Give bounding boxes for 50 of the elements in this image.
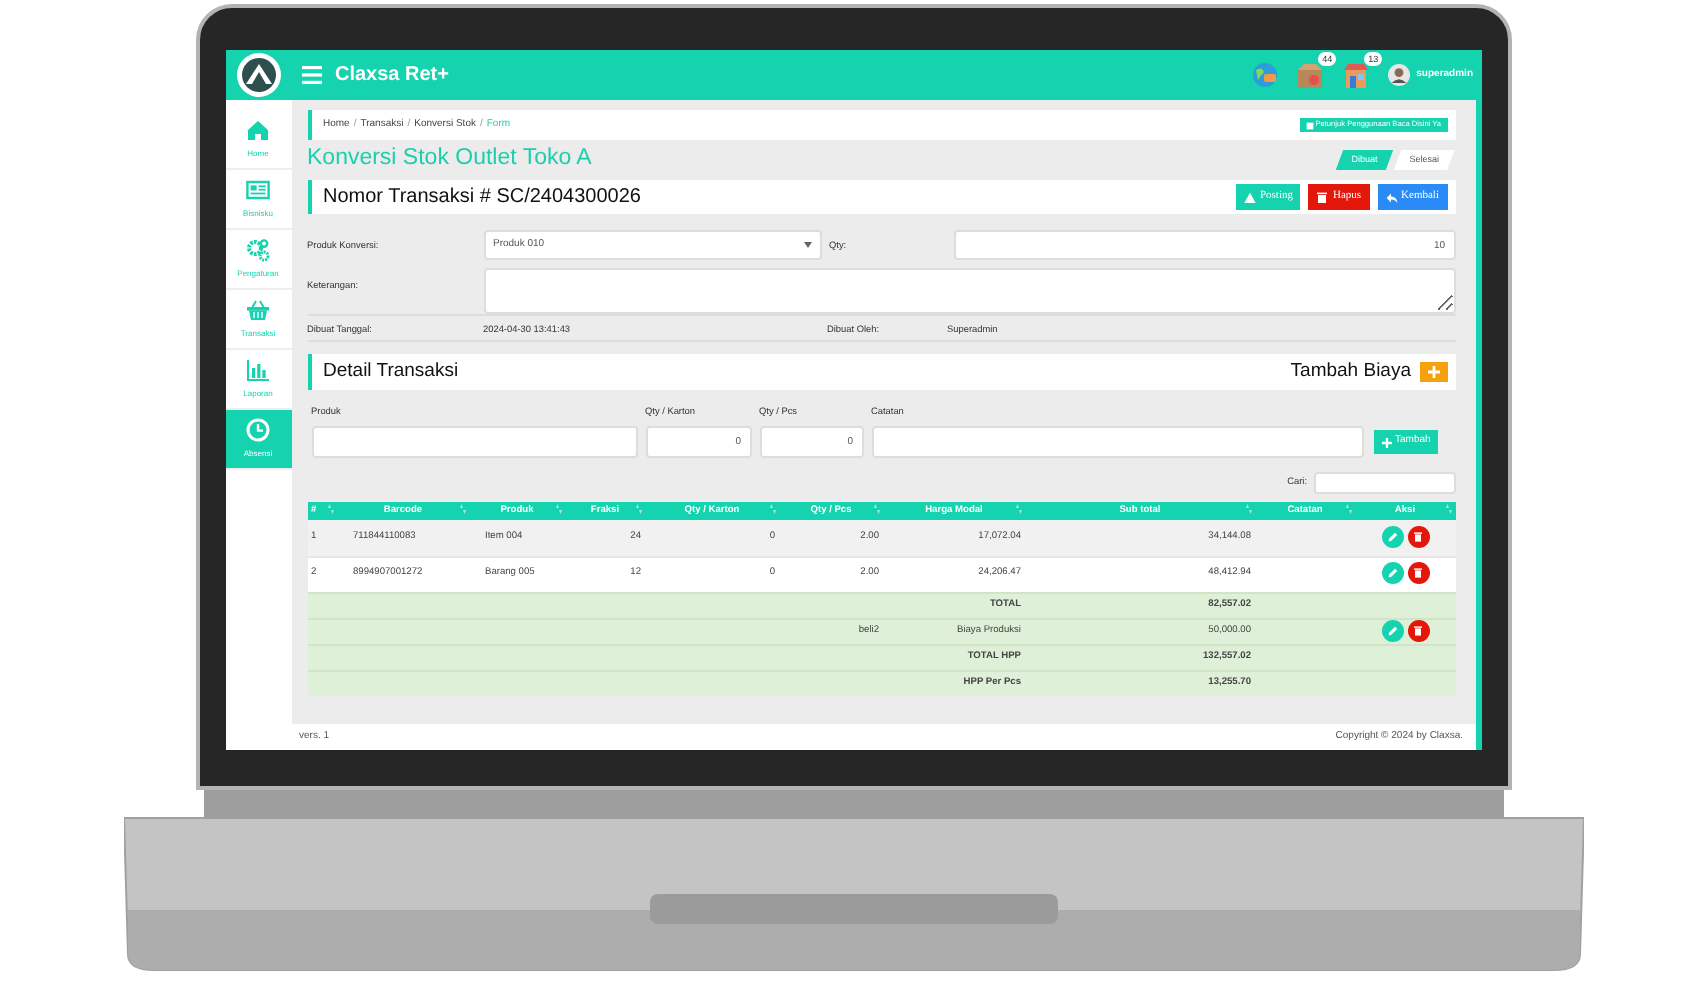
globe-icon — [1252, 62, 1279, 88]
notes-textarea[interactable] — [483, 268, 1455, 314]
sort-icon — [769, 504, 775, 514]
sort-icon — [635, 504, 641, 514]
entry-input[interactable] — [871, 426, 1363, 458]
trash-icon — [1414, 532, 1422, 543]
store-icon — [1342, 61, 1371, 89]
warning-icon — [1243, 191, 1256, 203]
reply-icon — [1385, 191, 1398, 203]
bar-chart-icon — [246, 358, 270, 382]
basket-icon — [246, 298, 270, 322]
box-icon — [1296, 61, 1325, 89]
delete-button[interactable] — [1407, 526, 1429, 549]
trash-icon — [1316, 191, 1329, 203]
plus-icon — [1381, 437, 1391, 447]
menu-icon — [301, 66, 321, 84]
trash-icon — [1414, 625, 1422, 636]
newspaper-icon — [246, 178, 270, 202]
globe-button[interactable] — [1252, 62, 1279, 88]
section-title: Detail Transaksi — [323, 357, 459, 386]
sort-icon — [873, 504, 879, 514]
add-cost-button[interactable] — [1419, 362, 1447, 382]
avatar-icon — [1388, 64, 1411, 86]
search-input[interactable] — [1313, 471, 1455, 493]
sort-icon — [327, 504, 333, 514]
trash-icon — [1414, 568, 1422, 579]
sort-icon — [1015, 504, 1021, 514]
app-title: Claxsa Ret+ — [335, 62, 449, 90]
add-cost-label: Tambah Biaya — [1290, 357, 1411, 386]
caret-icon — [803, 242, 811, 248]
sort-icon — [1345, 504, 1351, 514]
plus-icon — [1427, 366, 1439, 378]
gears-icon — [246, 238, 270, 262]
menu-button[interactable] — [301, 66, 321, 84]
sort-icon — [459, 504, 465, 514]
page-title: Konversi Stok Outlet Toko A — [307, 144, 592, 175]
sort-icon — [1445, 504, 1451, 514]
pencil-icon — [1387, 625, 1397, 636]
pencil-icon — [1387, 532, 1397, 543]
home-icon — [246, 118, 270, 142]
pencil-icon — [1387, 568, 1397, 579]
notification-button[interactable] — [1342, 61, 1371, 89]
delete-button[interactable] — [1407, 619, 1429, 642]
transaction-number: Nomor Transaksi # SC/2404300026 — [323, 184, 641, 212]
entry-input[interactable] — [311, 426, 637, 458]
notification-button[interactable] — [1296, 61, 1325, 89]
sort-icon — [1245, 504, 1251, 514]
clock-icon — [246, 418, 270, 442]
delete-button[interactable] — [1407, 562, 1429, 585]
sort-icon — [555, 504, 561, 514]
